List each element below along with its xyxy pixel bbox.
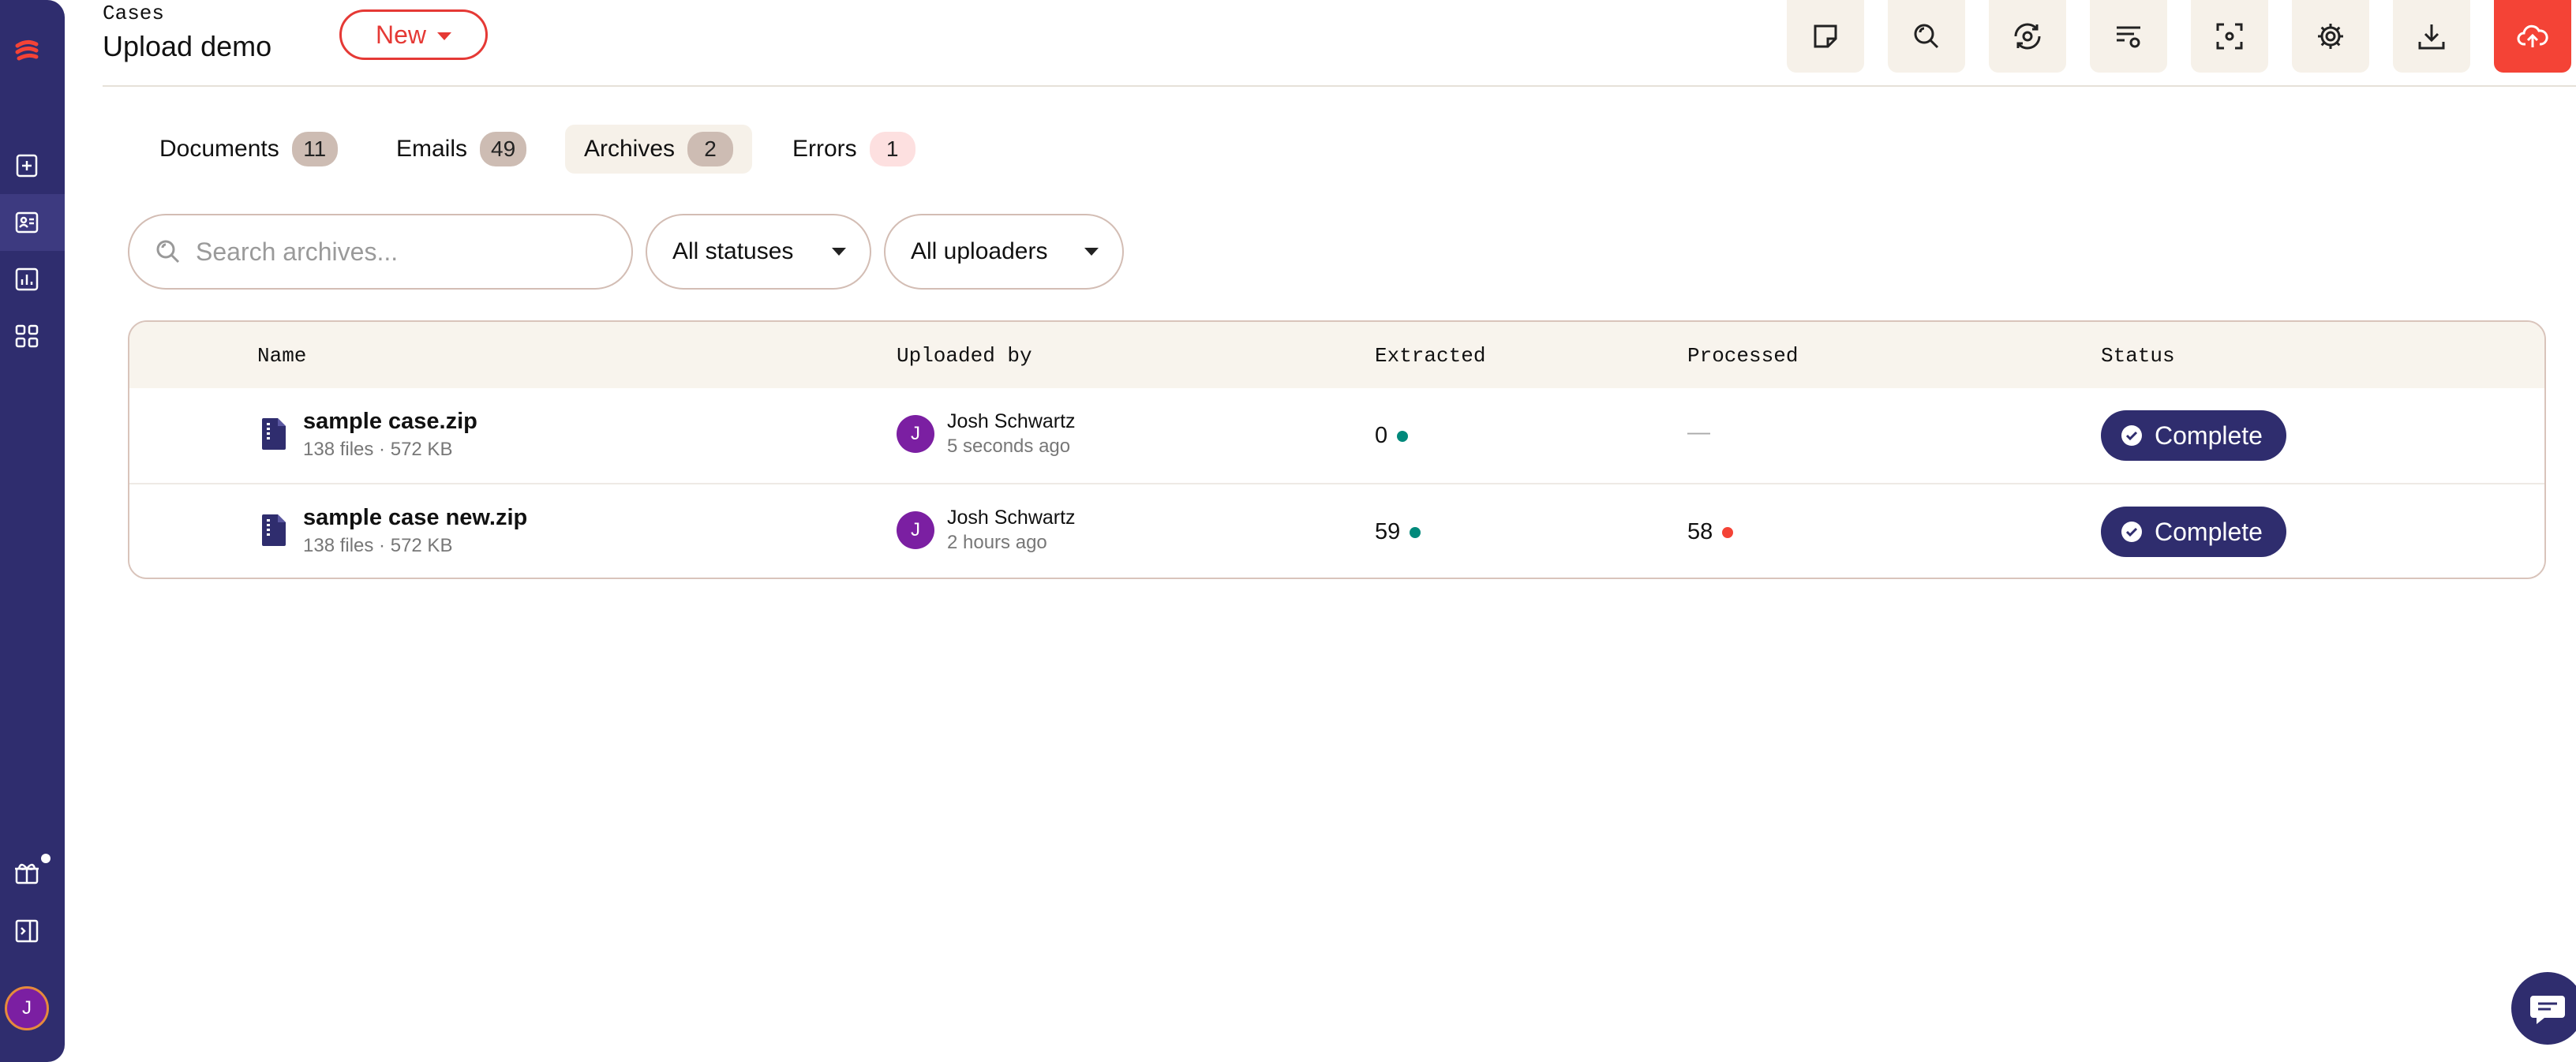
status-filter-select[interactable]: All statuses — [646, 214, 871, 290]
note-button[interactable] — [1787, 0, 1864, 73]
extracted-value: 0 — [1375, 423, 1388, 448]
uploaded-time: 5 seconds ago — [947, 436, 1071, 457]
chat-bubble-icon — [2530, 996, 2565, 1024]
column-header-extracted[interactable]: Extracted — [1375, 344, 1485, 368]
search-zoom-icon — [1914, 24, 1939, 49]
sidebar-expand-icon[interactable] — [11, 915, 43, 947]
status-label: Complete — [2155, 517, 2263, 546]
extracted-status-dot — [1397, 430, 1409, 442]
upload-button[interactable] — [2494, 0, 2571, 73]
tab-emails[interactable]: Emails 49 — [377, 125, 545, 174]
column-header-processed[interactable]: Processed — [1687, 344, 1798, 368]
uploader-avatar: J — [897, 511, 934, 549]
uploader-name: Josh Schwartz — [947, 507, 1076, 529]
archive-meta: 138 files · 572 KB — [303, 439, 453, 460]
sidebar-add-document-icon[interactable] — [11, 150, 43, 181]
processed-value: — — [1687, 420, 1710, 445]
extracted-count: 0 — [1375, 423, 1409, 449]
processed-value: 58 — [1687, 519, 1713, 544]
user-avatar-initial: J — [22, 997, 32, 1019]
status-badge: Complete — [2101, 410, 2286, 461]
tab-count-badge: 49 — [480, 132, 527, 166]
focus-scan-icon — [2216, 23, 2243, 50]
tab-count-badge: 1 — [869, 132, 915, 166]
review-button[interactable] — [1989, 0, 2066, 73]
tab-label: Emails — [396, 136, 468, 162]
uploaded-time: 2 hours ago — [947, 532, 1047, 553]
column-header-name[interactable]: Name — [257, 344, 306, 368]
tab-documents[interactable]: Documents 11 — [140, 125, 357, 174]
status-label: Complete — [2155, 421, 2263, 450]
breadcrumb[interactable]: Cases — [103, 2, 164, 25]
extracted-count: 59 — [1375, 519, 1421, 545]
sidebar-apps-grid-icon[interactable] — [11, 320, 43, 352]
uploader-name: Josh Schwartz — [947, 410, 1076, 432]
sidebar-gift-icon[interactable] — [11, 857, 43, 888]
tab-count-badge: 11 — [291, 132, 338, 166]
tab-archives[interactable]: Archives 2 — [565, 125, 753, 174]
column-header-uploaded-by[interactable]: Uploaded by — [897, 344, 1032, 368]
focus-button[interactable] — [2191, 0, 2268, 73]
chevron-down-icon — [832, 248, 846, 256]
tab-errors[interactable]: Errors 1 — [773, 125, 934, 174]
header-divider — [103, 85, 2576, 87]
filter-settings-icon — [2117, 26, 2140, 48]
archive-meta: 138 files · 572 KB — [303, 535, 453, 556]
gear-icon — [2318, 24, 2343, 49]
archive-name[interactable]: sample case new.zip — [303, 505, 527, 531]
tab-label: Archives — [584, 136, 676, 162]
new-button[interactable]: New — [339, 9, 488, 60]
download-button[interactable] — [2393, 0, 2470, 73]
download-icon — [2418, 24, 2445, 50]
chat-button[interactable] — [2511, 972, 2576, 1045]
status-badge: Complete — [2101, 507, 2286, 557]
zip-file-icon — [262, 514, 286, 546]
note-icon — [1814, 24, 1837, 48]
uploader-avatar: J — [897, 415, 934, 453]
status-filter-value: All statuses — [672, 238, 794, 264]
chevron-down-icon — [1084, 248, 1099, 256]
sidebar: J — [0, 0, 65, 1062]
uploader-filter-select[interactable]: All uploaders — [884, 214, 1124, 290]
cloud-upload-icon — [2517, 24, 2548, 47]
table-row[interactable]: sample case new.zip 138 files · 572 KB J… — [129, 483, 2544, 578]
processed-status-dot — [1722, 526, 1734, 538]
search-button[interactable] — [1888, 0, 1965, 73]
search-box[interactable] — [128, 214, 633, 290]
column-header-status[interactable]: Status — [2101, 344, 2175, 368]
table-header: Name Uploaded by Extracted Processed Sta… — [129, 322, 2544, 388]
processed-count: 58 — [1687, 519, 1734, 545]
tab-label: Documents — [159, 136, 279, 162]
app-logo-icon[interactable] — [11, 35, 43, 66]
sidebar-analytics-icon[interactable] — [11, 264, 43, 295]
table-row[interactable]: sample case.zip 138 files · 572 KB J Jos… — [129, 388, 2544, 483]
archive-name[interactable]: sample case.zip — [303, 409, 477, 435]
filter-settings-button[interactable] — [2090, 0, 2167, 73]
check-circle-icon — [2121, 425, 2142, 446]
extracted-status-dot — [1410, 526, 1421, 538]
tab-count-badge: 2 — [687, 132, 734, 166]
new-button-label: New — [375, 20, 426, 49]
tab-label: Errors — [792, 136, 857, 162]
check-circle-icon — [2121, 522, 2142, 542]
chevron-down-icon — [437, 32, 451, 40]
page-title: Upload demo — [103, 30, 272, 62]
zip-file-icon — [262, 418, 286, 450]
extracted-value: 59 — [1375, 519, 1401, 544]
settings-button[interactable] — [2292, 0, 2369, 73]
search-input[interactable] — [194, 236, 608, 267]
uploader-filter-value: All uploaders — [911, 238, 1048, 264]
archives-table: Name Uploaded by Extracted Processed Sta… — [128, 320, 2546, 579]
notification-dot — [41, 854, 51, 863]
sidebar-contacts-icon[interactable] — [11, 207, 43, 238]
eye-refresh-icon — [2014, 23, 2041, 50]
user-avatar[interactable]: J — [5, 986, 49, 1030]
search-icon — [156, 240, 180, 264]
